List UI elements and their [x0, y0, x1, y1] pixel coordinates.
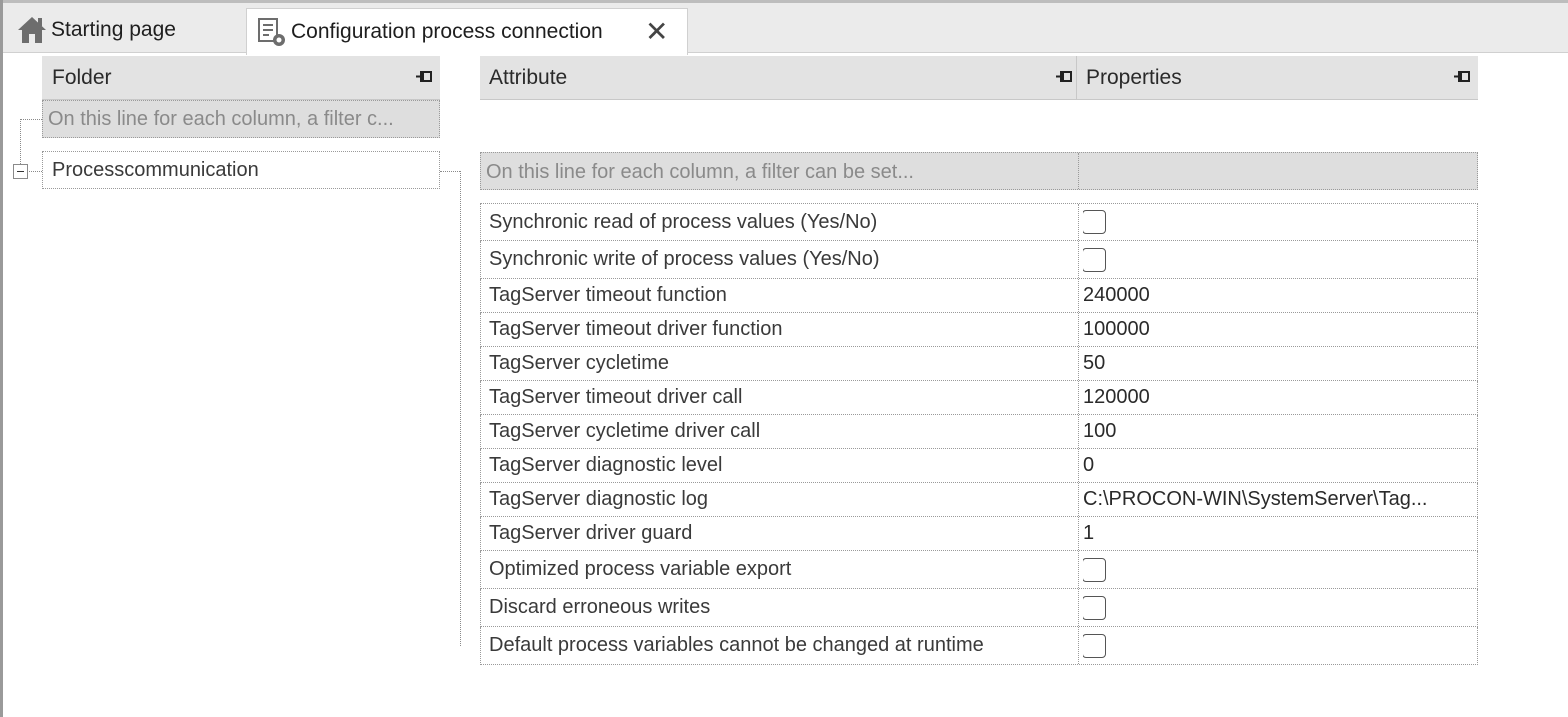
- pin-icon[interactable]: [1454, 66, 1470, 88]
- property-cell[interactable]: 100000: [1083, 313, 1475, 346]
- grid-header: Attribute Properties: [480, 56, 1478, 100]
- folder-header-label: Folder: [52, 65, 112, 89]
- attribute-cell: TagServer cycletime: [489, 352, 670, 374]
- column-divider: [1078, 589, 1079, 626]
- property-cell[interactable]: [1083, 627, 1475, 664]
- grid-row[interactable]: TagServer driver guard 1: [480, 517, 1478, 551]
- tree-connector: [460, 171, 461, 646]
- column-divider: [1078, 279, 1079, 312]
- property-cell[interactable]: [1083, 204, 1475, 240]
- attribute-cell: TagServer timeout driver function: [489, 318, 783, 340]
- grid-row[interactable]: TagServer timeout driver call 120000: [480, 381, 1478, 415]
- column-divider: [1078, 241, 1079, 278]
- tab-label: Configuration process connection: [291, 20, 603, 43]
- property-cell[interactable]: 100: [1083, 415, 1475, 448]
- attribute-cell: Discard erroneous writes: [489, 596, 711, 618]
- grid-row[interactable]: Synchronic read of process values (Yes/N…: [480, 203, 1478, 241]
- column-divider: [1078, 204, 1079, 240]
- attribute-cell: TagServer cycletime driver call: [489, 420, 761, 442]
- grid-filter-placeholder: On this line for each column, a filter c…: [486, 161, 914, 183]
- grid-row[interactable]: TagServer timeout driver function 100000: [480, 313, 1478, 347]
- column-divider: [1078, 449, 1079, 482]
- attribute-cell: Synchronic write of process values (Yes/…: [489, 248, 880, 270]
- column-divider: [1078, 517, 1079, 550]
- config-list-gear-icon: [255, 15, 289, 49]
- property-checkbox[interactable]: [1083, 557, 1106, 582]
- column-divider: [1078, 153, 1079, 189]
- grid-row[interactable]: Optimized process variable export: [480, 551, 1478, 589]
- column-divider: [1078, 627, 1079, 664]
- tree-item-processcommunication[interactable]: Processcommunication: [42, 151, 440, 189]
- attribute-cell: TagServer timeout function: [489, 284, 727, 306]
- grid-filter-row[interactable]: On this line for each column, a filter c…: [480, 152, 1478, 190]
- attribute-cell: TagServer diagnostic level: [489, 454, 723, 476]
- tree-connector: [29, 171, 42, 172]
- close-icon[interactable]: ✕: [645, 15, 668, 49]
- tree-connector: [440, 171, 460, 172]
- attribute-cell: TagServer driver guard: [489, 522, 693, 544]
- collapse-icon[interactable]: [13, 164, 28, 179]
- property-cell[interactable]: [1083, 589, 1475, 626]
- property-checkbox[interactable]: [1083, 633, 1106, 658]
- attribute-cell: TagServer timeout driver call: [489, 386, 743, 408]
- grid-row[interactable]: Default process variables cannot be chan…: [480, 627, 1478, 665]
- property-cell[interactable]: 50: [1083, 347, 1475, 380]
- grid-row[interactable]: TagServer cycletime 50: [480, 347, 1478, 381]
- tab-strip: Starting page Configuration process conn…: [3, 3, 1568, 55]
- property-cell[interactable]: 240000: [1083, 279, 1475, 312]
- window-left-border: [0, 0, 3, 717]
- grid-row[interactable]: Discard erroneous writes: [480, 589, 1478, 627]
- tab-label: Starting page: [51, 18, 176, 41]
- tree-connector: [20, 119, 42, 120]
- property-checkbox[interactable]: [1083, 210, 1106, 234]
- tree-item-label: Processcommunication: [52, 159, 259, 181]
- column-header-label: Properties: [1086, 66, 1182, 89]
- grid-row[interactable]: TagServer cycletime driver call 100: [480, 415, 1478, 449]
- grid-row[interactable]: TagServer timeout function 240000: [480, 279, 1478, 313]
- tab-configuration-process-connection[interactable]: Configuration process connection ✕: [246, 8, 688, 55]
- column-divider: [1078, 483, 1079, 516]
- attribute-cell: Synchronic read of process values (Yes/N…: [489, 210, 878, 233]
- tab-starting-page[interactable]: Starting page: [15, 7, 245, 53]
- pin-icon[interactable]: [1056, 66, 1072, 88]
- property-cell[interactable]: 0: [1083, 449, 1475, 482]
- property-checkbox[interactable]: [1083, 595, 1106, 620]
- grid-row[interactable]: TagServer diagnostic log C:\PROCON-WIN\Sy…: [480, 483, 1478, 517]
- folder-filter-placeholder: On this line for each column, a filter c…: [48, 108, 394, 130]
- property-cell[interactable]: C:\PROCON-WIN\SystemServer\Tag...: [1083, 483, 1475, 516]
- column-header-attribute[interactable]: Attribute: [480, 56, 1077, 100]
- column-divider: [1078, 551, 1079, 588]
- grid-row[interactable]: TagServer diagnostic level 0: [480, 449, 1478, 483]
- grid-row[interactable]: Synchronic write of process values (Yes/…: [480, 241, 1478, 279]
- column-divider: [1078, 381, 1079, 414]
- attribute-cell: TagServer diagnostic log: [489, 488, 709, 510]
- tree-connector: [20, 119, 21, 164]
- property-cell[interactable]: 120000: [1083, 381, 1475, 414]
- home-icon: [15, 13, 49, 47]
- column-divider: [1078, 313, 1079, 346]
- column-header-label: Attribute: [489, 66, 568, 89]
- column-header-properties[interactable]: Properties: [1077, 56, 1478, 100]
- attribute-grid-rows: Synchronic read of process values (Yes/N…: [480, 203, 1478, 665]
- property-cell[interactable]: 1: [1083, 517, 1475, 550]
- attribute-cell: Default process variables cannot be chan…: [489, 634, 984, 656]
- column-divider: [1078, 415, 1079, 448]
- pin-icon[interactable]: [416, 66, 432, 88]
- property-checkbox[interactable]: [1083, 247, 1106, 272]
- column-divider: [1078, 347, 1079, 380]
- property-cell[interactable]: [1083, 551, 1475, 588]
- attribute-cell: Optimized process variable export: [489, 558, 792, 580]
- property-cell[interactable]: [1083, 241, 1475, 278]
- folder-column-header[interactable]: Folder: [42, 56, 440, 100]
- folder-filter-row[interactable]: On this line for each column, a filter c…: [42, 100, 440, 138]
